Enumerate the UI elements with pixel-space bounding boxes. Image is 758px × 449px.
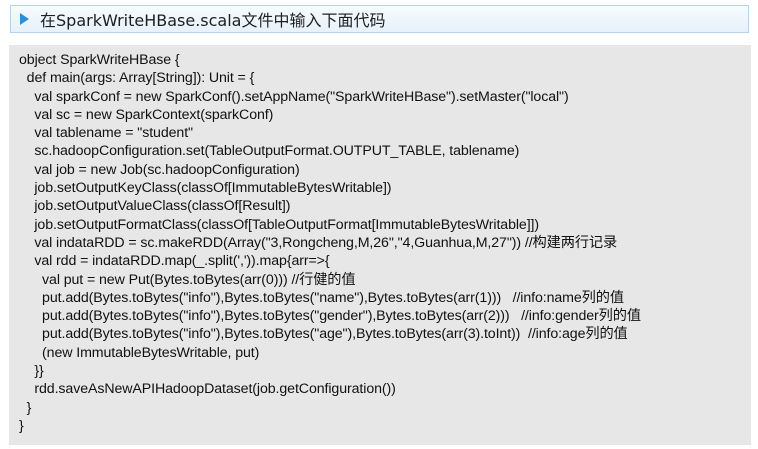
code-line: sc.hadoopConfiguration.set(TableOutputFo… <box>19 143 520 160</box>
code-line: val job = new Job(sc.hadoopConfiguration… <box>19 161 300 178</box>
code-line: val put = new Put(Bytes.toBytes(arr(0)))… <box>19 271 356 288</box>
code-line: job.setOutputValueClass(classOf[Result]) <box>19 198 291 215</box>
code-line: object SparkWriteHBase { <box>19 52 180 68</box>
code-line: put.add(Bytes.toBytes("info"),Bytes.toBy… <box>19 289 624 306</box>
code-line: val indataRDD = sc.makeRDD(Array("3,Rong… <box>19 234 618 251</box>
code-line: (new ImmutableBytesWritable, put) <box>19 344 260 361</box>
code-line: job.setOutputFormatClass(classOf[TableOu… <box>19 216 540 233</box>
section-title: 在SparkWriteHBase.scala文件中输入下面代码 <box>40 11 386 30</box>
code-line: }} <box>19 363 44 380</box>
code-line: job.setOutputKeyClass(classOf[ImmutableB… <box>19 180 392 197</box>
code-line: } <box>19 417 24 434</box>
code-line: def main(args: Array[String]): Unit = { <box>19 70 255 87</box>
section-header: 在SparkWriteHBase.scala文件中输入下面代码 <box>10 5 749 33</box>
triangle-bullet-icon <box>20 13 29 25</box>
code-line: val sparkConf = new SparkConf().setAppNa… <box>19 88 569 105</box>
code-line: put.add(Bytes.toBytes("info"),Bytes.toBy… <box>19 326 628 343</box>
code-line: put.add(Bytes.toBytes("info"),Bytes.toBy… <box>19 308 641 325</box>
code-line: } <box>19 399 32 416</box>
code-line: val rdd = indataRDD.map(_.split(',')).ma… <box>19 253 330 270</box>
code-line: val sc = new SparkContext(sparkConf) <box>19 106 274 123</box>
code-line: rdd.saveAsNewAPIHadoopDataset(job.getCon… <box>19 381 396 398</box>
code-block: object SparkWriteHBase { def main(args: … <box>9 45 751 445</box>
code-line: val tablename = "student" <box>19 125 193 142</box>
